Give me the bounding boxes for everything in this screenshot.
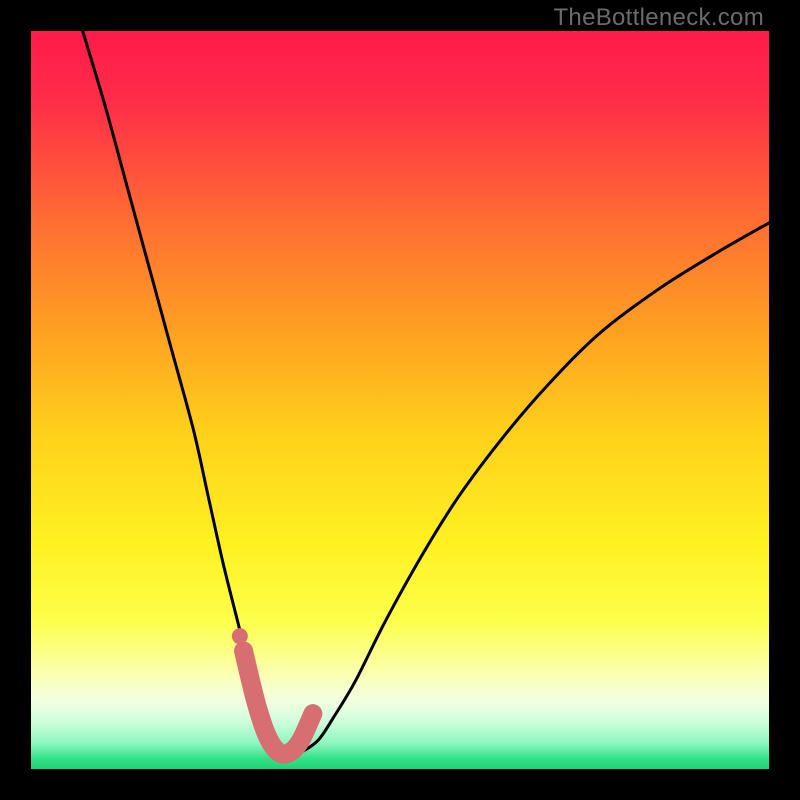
gradient-background [31, 31, 769, 769]
highlight-dot [232, 628, 248, 644]
chart-svg [31, 31, 769, 769]
watermark-label: TheBottleneck.com [553, 4, 764, 32]
plot-area [31, 31, 769, 769]
chart-frame: TheBottleneck.com [0, 0, 800, 800]
